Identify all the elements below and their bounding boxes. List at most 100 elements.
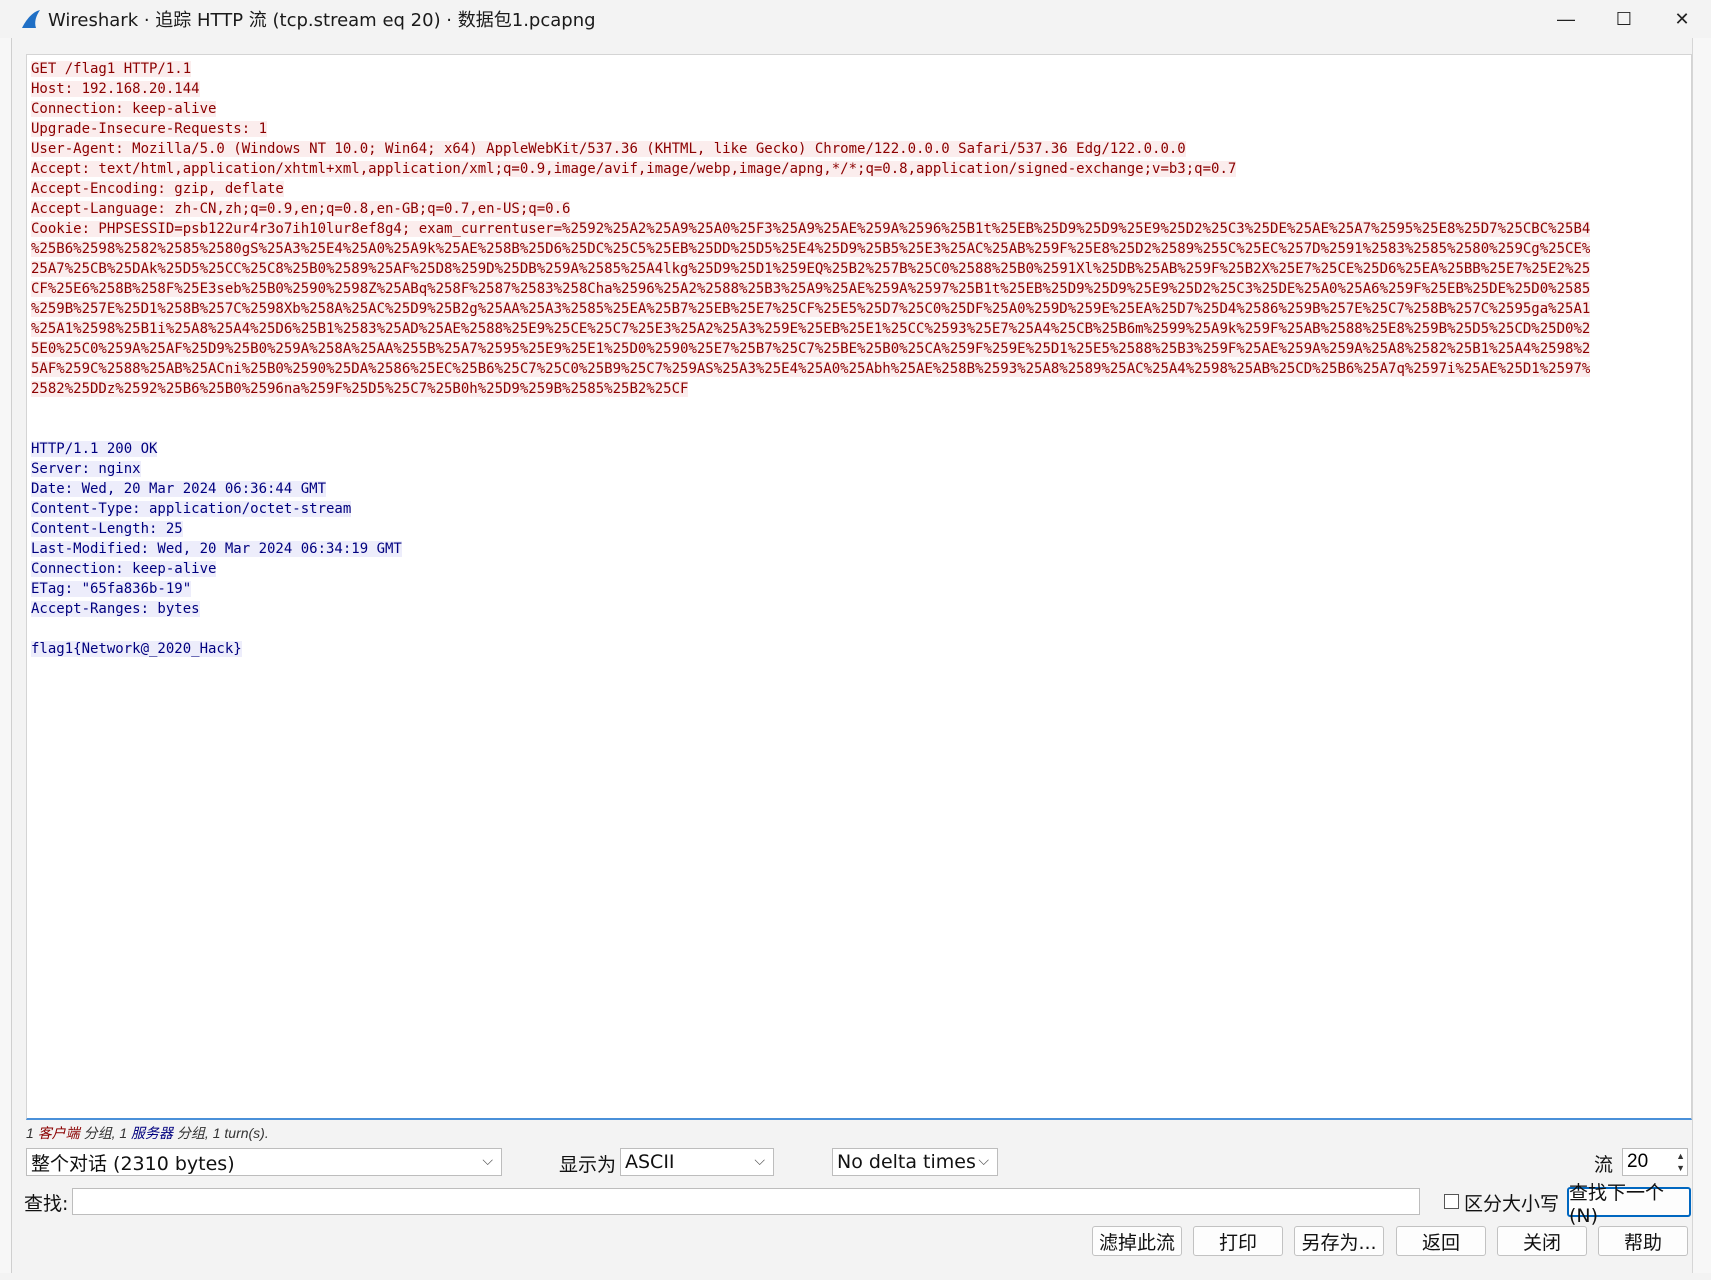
client-cookie-line-text: 2582%25DDz%2592%25B6%25B0%2596na%259F%25… bbox=[31, 381, 689, 397]
client-tail: 分组, bbox=[79, 1125, 120, 1141]
server-header-line: Accept-Ranges: bytes bbox=[31, 599, 1687, 619]
server-tail: 分组, 1 turn(s). bbox=[173, 1125, 269, 1141]
delta-times-select[interactable]: No delta times ⌵ bbox=[832, 1148, 998, 1176]
client-count: 1 bbox=[26, 1125, 38, 1141]
server-header-line: HTTP/1.1 200 OK bbox=[31, 439, 1687, 459]
chevron-down-icon: ⌵ bbox=[754, 1153, 765, 1169]
show-as-value: ASCII bbox=[625, 1151, 675, 1173]
print-button[interactable]: 打印 bbox=[1193, 1226, 1283, 1256]
chevron-down-icon: ⌵ bbox=[482, 1153, 493, 1169]
filter-out-label: 滤掉此流 bbox=[1098, 1231, 1175, 1254]
save-as-button[interactable]: 另存为... bbox=[1294, 1226, 1384, 1256]
client-cookie-line-text: Cookie: PHPSESSID=psb122ur4r3o7ih10lur8e… bbox=[31, 221, 1591, 237]
dialog-buttons: 滤掉此流 打印 另存为... 返回 关闭 帮助 bbox=[0, 1226, 1711, 1258]
find-row: 查找: 区分大小写 查找下一个(N) bbox=[24, 1182, 1692, 1227]
client-header-line: Connection: keep-alive bbox=[31, 99, 1687, 119]
client-word: 客户端 bbox=[37, 1125, 80, 1141]
client-cookie-line: 2582%25DDz%2592%25B6%25B0%2596na%259F%25… bbox=[31, 379, 1687, 399]
close-label: 关闭 bbox=[1522, 1231, 1561, 1254]
save-as-label: 另存为... bbox=[1301, 1231, 1377, 1254]
server-header-line: Last-Modified: Wed, 20 Mar 2024 06:34:19… bbox=[31, 539, 1687, 559]
server-header-line-text: ETag: "65fa836b-19" bbox=[31, 581, 192, 597]
minimize-icon: — bbox=[1557, 8, 1575, 29]
controls-row: 整个对话 (2310 bytes) ⌵ 显示为 ASCII ⌵ No delta… bbox=[26, 1148, 1692, 1178]
client-cookie-line: Cookie: PHPSESSID=psb122ur4r3o7ih10lur8e… bbox=[31, 219, 1687, 239]
client-cookie-line-text: 25A7%25CB%25DAk%25D5%25CC%25C8%25B0%2589… bbox=[31, 261, 1591, 277]
show-as-select[interactable]: ASCII ⌵ bbox=[620, 1148, 774, 1176]
client-cookie-line: 5E0%25C0%259A%25AF%25D9%25B0%259A%258A%2… bbox=[31, 339, 1687, 359]
server-header-line-text: Connection: keep-alive bbox=[31, 561, 217, 577]
find-input[interactable] bbox=[72, 1188, 1420, 1215]
stream-stats: 1 客户端 分组, 1 服务器 分组, 1 turn(s). bbox=[26, 1123, 269, 1143]
wireshark-fin-icon bbox=[20, 8, 42, 30]
server-header-line: Connection: keep-alive bbox=[31, 559, 1687, 579]
client-header-line-text: Accept-Encoding: gzip, deflate bbox=[31, 181, 284, 197]
server-count: 1 bbox=[119, 1125, 132, 1141]
close-window-button[interactable]: ✕ bbox=[1653, 0, 1711, 38]
client-cookie-line-text: %25A1%2598%25B1i%25A8%25A4%25D6%25B1%258… bbox=[31, 321, 1591, 337]
print-label: 打印 bbox=[1218, 1231, 1257, 1254]
client-header-line: Accept-Encoding: gzip, deflate bbox=[31, 179, 1687, 199]
client-header-line: Host: 192.168.20.144 bbox=[31, 79, 1687, 99]
back-button[interactable]: 返回 bbox=[1396, 1226, 1486, 1256]
spin-arrows-icon[interactable]: ▲ ▼ bbox=[1676, 1150, 1685, 1174]
client-header-line: Accept-Language: zh-CN,zh;q=0.9,en;q=0.8… bbox=[31, 199, 1687, 219]
server-header-line-text: Server: nginx bbox=[31, 461, 141, 477]
client-cookie-line: %25B6%2598%2582%2585%2580gS%25A3%25E4%25… bbox=[31, 239, 1687, 259]
server-body-line: flag1{Network@_2020_Hack} bbox=[31, 639, 1687, 659]
client-header-line: Upgrade-Insecure-Requests: 1 bbox=[31, 119, 1687, 139]
filter-out-button[interactable]: 滤掉此流 bbox=[1092, 1226, 1182, 1256]
stream-number-value: 20 bbox=[1627, 1151, 1649, 1172]
server-header-line-text: Date: Wed, 20 Mar 2024 06:36:44 GMT bbox=[31, 481, 327, 497]
client-cookie-line: CF%25E6%258B%258F%25E3seb%25B0%2590%2598… bbox=[31, 279, 1687, 299]
client-header-line: User-Agent: Mozilla/5.0 (Windows NT 10.0… bbox=[31, 139, 1687, 159]
title-bar: Wireshark · 追踪 HTTP 流 (tcp.stream eq 20)… bbox=[0, 0, 1711, 38]
stream-number-spinbox[interactable]: 20 ▲ ▼ bbox=[1622, 1148, 1688, 1176]
server-header-line: Date: Wed, 20 Mar 2024 06:36:44 GMT bbox=[31, 479, 1687, 499]
close-button[interactable]: 关闭 bbox=[1497, 1226, 1587, 1256]
client-header-line-text: GET /flag1 HTTP/1.1 bbox=[31, 61, 192, 77]
background-window-edge-right bbox=[1692, 38, 1711, 1273]
background-window-edge-left bbox=[0, 38, 12, 1273]
server-header-line-text: Last-Modified: Wed, 20 Mar 2024 06:34:19… bbox=[31, 541, 402, 557]
conversation-value: 整个对话 (2310 bytes) bbox=[31, 1152, 235, 1175]
show-as-label: 显示为 bbox=[559, 1154, 617, 1176]
server-header-line: Content-Type: application/octet-stream bbox=[31, 499, 1687, 519]
client-header-line: Accept: text/html,application/xhtml+xml,… bbox=[31, 159, 1687, 179]
find-label: 查找: bbox=[24, 1193, 69, 1215]
case-sensitive-checkbox[interactable] bbox=[1444, 1194, 1459, 1209]
find-next-button[interactable]: 查找下一个(N) bbox=[1567, 1182, 1691, 1227]
close-icon: ✕ bbox=[1674, 8, 1690, 29]
stream-label: 流 bbox=[1594, 1154, 1614, 1176]
server-body-line-text: flag1{Network@_2020_Hack} bbox=[31, 641, 242, 657]
server-header-line-text: HTTP/1.1 200 OK bbox=[31, 441, 158, 457]
client-header-line-text: Host: 192.168.20.144 bbox=[31, 81, 200, 97]
minimize-button[interactable]: — bbox=[1537, 0, 1595, 38]
server-header-line: Content-Length: 25 bbox=[31, 519, 1687, 539]
client-cookie-line-text: CF%25E6%258B%258F%25E3seb%25B0%2590%2598… bbox=[31, 281, 1591, 297]
client-cookie-line-text: 5E0%25C0%259A%25AF%25D9%25B0%259A%258A%2… bbox=[31, 341, 1591, 357]
maximize-button[interactable]: ☐ bbox=[1595, 0, 1653, 38]
client-header-line-text: Accept-Language: zh-CN,zh;q=0.9,en;q=0.8… bbox=[31, 201, 571, 217]
back-label: 返回 bbox=[1421, 1231, 1460, 1254]
window-title: Wireshark · 追踪 HTTP 流 (tcp.stream eq 20)… bbox=[48, 10, 596, 31]
help-button[interactable]: 帮助 bbox=[1598, 1226, 1688, 1256]
server-header-line-text: Content-Type: application/octet-stream bbox=[31, 501, 352, 517]
client-cookie-line-text: 5AF%259C%2588%25AB%25ACni%25B0%2590%25DA… bbox=[31, 361, 1591, 377]
client-header-line-text: Connection: keep-alive bbox=[31, 101, 217, 117]
client-header-line-text: Accept: text/html,application/xhtml+xml,… bbox=[31, 161, 1237, 177]
server-header-line-text: Content-Length: 25 bbox=[31, 521, 183, 537]
stream-content-area[interactable]: GET /flag1 HTTP/1.1 Host: 192.168.20.144 C… bbox=[26, 54, 1692, 1120]
chevron-down-icon: ⌵ bbox=[978, 1153, 989, 1169]
maximize-icon: ☐ bbox=[1615, 8, 1633, 29]
conversation-select[interactable]: 整个对话 (2310 bytes) ⌵ bbox=[26, 1148, 502, 1176]
client-header-line-text: User-Agent: Mozilla/5.0 (Windows NT 10.0… bbox=[31, 141, 1186, 157]
client-cookie-line: 25A7%25CB%25DAk%25D5%25CC%25C8%25B0%2589… bbox=[31, 259, 1687, 279]
server-header-line-text: Accept-Ranges: bytes bbox=[31, 601, 200, 617]
client-header-line-text: Upgrade-Insecure-Requests: 1 bbox=[31, 121, 268, 137]
client-cookie-line: 5AF%259C%2588%25AB%25ACni%25B0%2590%25DA… bbox=[31, 359, 1687, 379]
client-cookie-line: %259B%257E%25D1%258B%257C%2598Xb%258A%25… bbox=[31, 299, 1687, 319]
